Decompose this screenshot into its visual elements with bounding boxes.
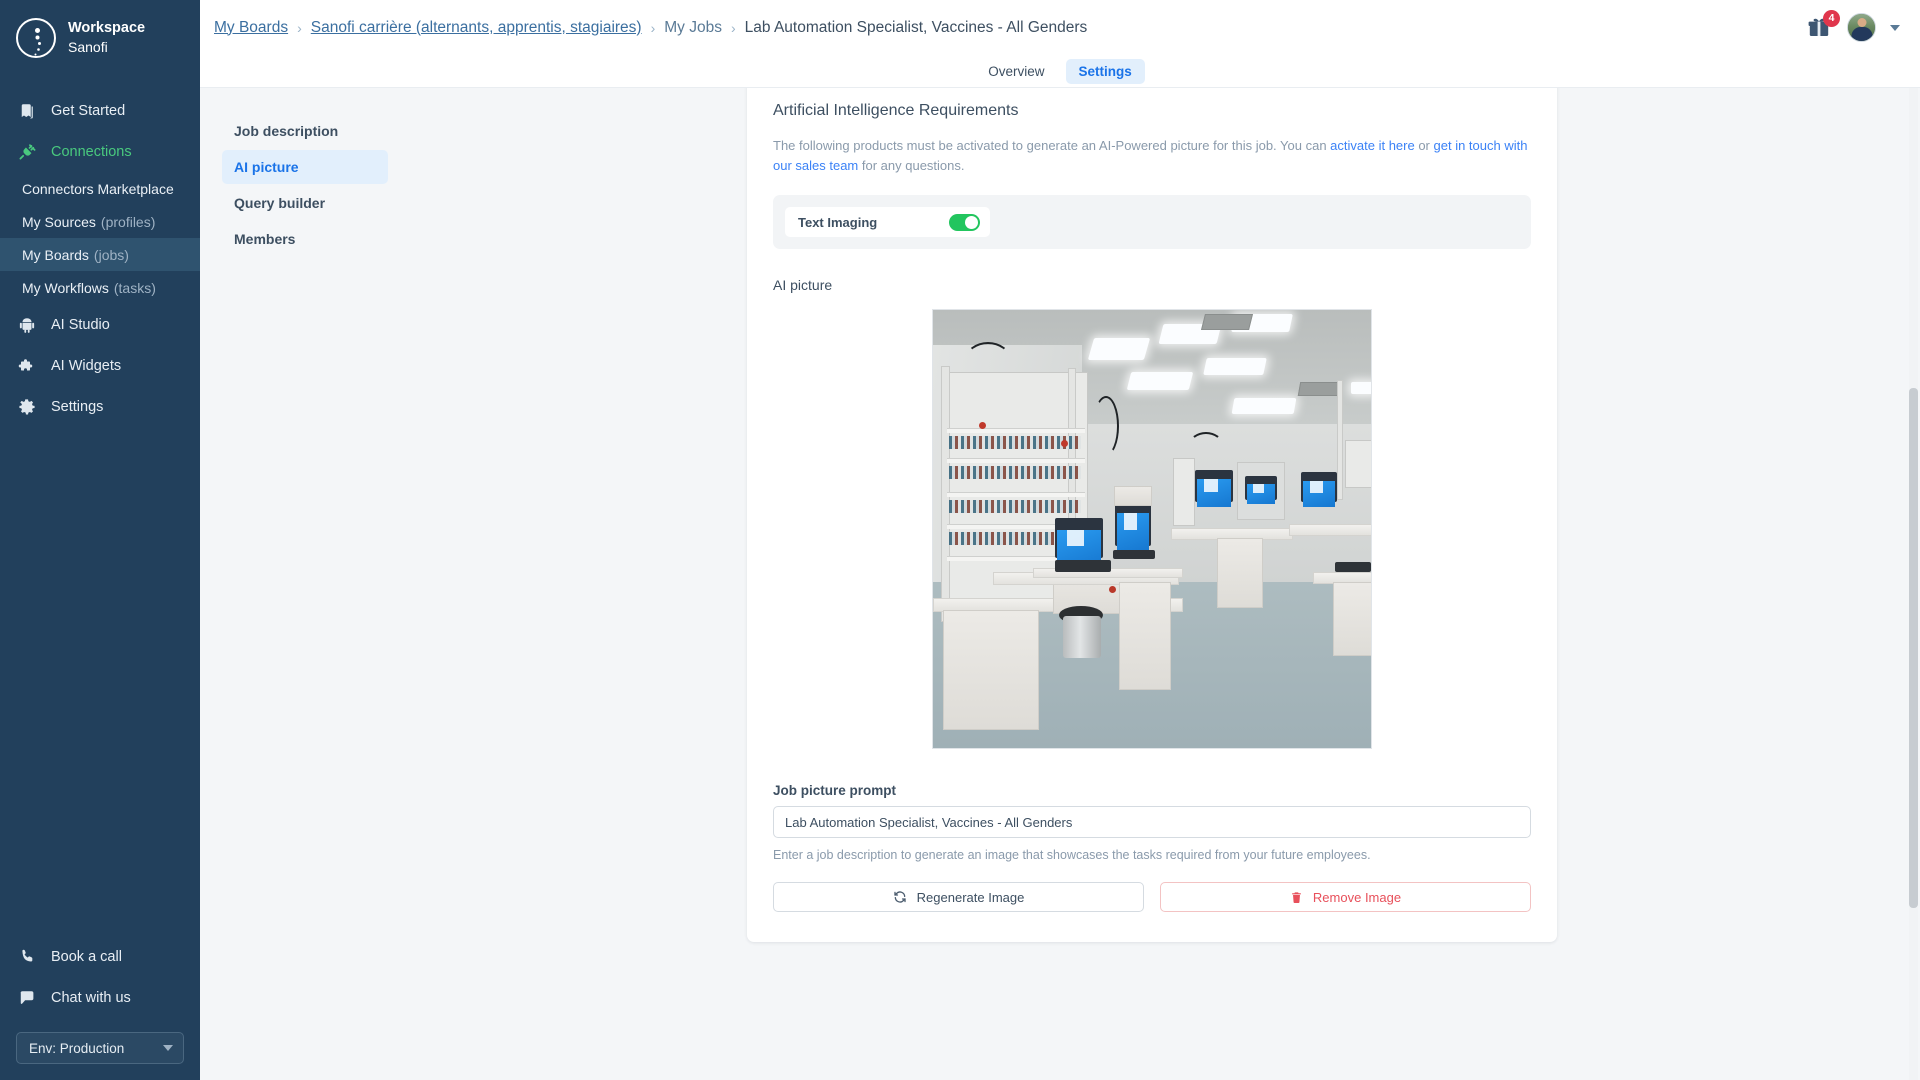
sidebar-subitem-suffix: (tasks) — [113, 279, 156, 296]
breadcrumb: My Boards › Sanofi carrière (alternants,… — [214, 19, 1087, 37]
text-imaging-toggle[interactable] — [949, 213, 980, 231]
content-area: Job description AI picture Query builder… — [200, 88, 1920, 1080]
workspace-text: Workspace Sanofi — [68, 19, 145, 57]
avatar-body — [1851, 27, 1872, 41]
breadcrumb-item-my-boards[interactable]: My Boards — [214, 19, 288, 37]
product-row-text-imaging: Text Imaging — [785, 207, 990, 237]
env-selector[interactable]: Env: Production — [16, 1032, 184, 1064]
chevron-down-icon — [163, 1045, 173, 1051]
prompt-label: Job picture prompt — [773, 783, 897, 798]
ai-picture-card: Artificial Intelligence Requirements The… — [747, 88, 1557, 942]
sidebar-subitem-my-workflows[interactable]: My Workflows (tasks) — [0, 271, 200, 304]
sidebar-item-ai-studio[interactable]: AI Studio — [0, 304, 200, 345]
sidebar-subitem-label: My Boards — [22, 246, 89, 263]
panel-heading: Artificial Intelligence Requirements — [773, 102, 1019, 119]
plug-icon — [16, 141, 38, 163]
activate-it-here-link[interactable]: activate it here — [1330, 138, 1415, 153]
intro-text-1: The following products must be activated… — [773, 138, 1331, 153]
sidebar-subitem-suffix: (profiles) — [100, 213, 156, 230]
sidebar-item-label: Connections — [51, 143, 132, 160]
settings-nav: Job description AI picture Query builder… — [200, 88, 400, 1080]
top-bar: My Boards › Sanofi carrière (alternants,… — [200, 0, 1920, 55]
trash-icon — [1292, 891, 1301, 903]
chevron-down-icon[interactable] — [1890, 24, 1900, 31]
sidebar-item-label: Book a call — [51, 948, 122, 965]
top-bar-actions: 4 — [1807, 9, 1900, 42]
settings-nav-item-job-description[interactable]: Job description — [222, 114, 388, 148]
regenerate-image-button[interactable]: Regenerate Image — [773, 882, 1144, 912]
breadcrumb-item-current-job: Lab Automation Specialist, Vaccines - Al… — [744, 18, 1088, 36]
sidebar-nav-bottom: Book a call Chat with us Env: Production — [0, 936, 200, 1080]
sidebar-subitem-connectors-marketplace[interactable]: Connectors Marketplace — [0, 172, 200, 205]
sidebar-item-label: AI Widgets — [51, 357, 122, 374]
sidebar: Workspace Sanofi Get Started Connections… — [0, 0, 200, 1080]
sidebar-item-chat-with-us[interactable]: Chat with us — [0, 977, 200, 1018]
main-area: My Boards › Sanofi carrière (alternants,… — [200, 0, 1920, 1080]
sidebar-subitem-label: My Workflows — [22, 279, 109, 296]
sidebar-item-get-started[interactable]: Get Started — [0, 90, 200, 131]
android-icon — [16, 314, 38, 336]
sidebar-subitem-label: Connectors Marketplace — [22, 180, 174, 197]
workspace-label: Workspace — [68, 19, 146, 36]
chat-icon — [16, 987, 38, 1009]
settings-nav-item-ai-picture[interactable]: AI picture — [222, 150, 388, 184]
sidebar-subitem-suffix: (jobs) — [93, 246, 129, 263]
sidebar-item-book-a-call[interactable]: Book a call — [0, 936, 200, 977]
breadcrumb-separator-icon: › — [297, 19, 302, 36]
breadcrumb-separator-icon: › — [650, 19, 656, 36]
ai-picture-container — [773, 309, 1531, 749]
breadcrumb-item-board[interactable]: Sanofi carrière (alternants, apprentis, … — [311, 19, 642, 37]
sidebar-subitem-my-sources[interactable]: My Sources (profiles) — [0, 205, 200, 238]
app-root: Workspace Sanofi Get Started Connections… — [0, 0, 1920, 1080]
sidebar-item-label: Chat with us — [51, 989, 131, 1006]
section-tabs: Overview Settings — [200, 55, 1920, 88]
remove-image-button[interactable]: Remove Image — [1160, 882, 1531, 912]
gear-icon — [16, 396, 38, 418]
workspace-name: Sanofi — [68, 39, 108, 56]
puzzle-icon — [16, 355, 38, 377]
breadcrumb-item-my-jobs[interactable]: My Jobs — [664, 19, 722, 37]
phone-icon — [16, 946, 38, 968]
regenerate-image-label: Regenerate Image — [916, 889, 1025, 905]
sidebar-item-connections[interactable]: Connections — [0, 131, 200, 172]
tab-settings[interactable]: Settings — [1065, 58, 1145, 84]
job-picture-prompt-input[interactable] — [773, 806, 1531, 838]
gift-button[interactable]: 4 — [1807, 9, 1840, 41]
remove-image-label: Remove Image — [1312, 889, 1402, 905]
sidebar-item-label: Get Started — [51, 102, 126, 119]
scrollbar-thumb[interactable] — [1909, 388, 1918, 908]
prompt-hint: Enter a job description to generate an i… — [773, 848, 1371, 862]
gift-badge-count: 4 — [1823, 9, 1840, 27]
refresh-icon — [893, 891, 906, 903]
env-selector-value: Env: Production — [29, 1040, 125, 1056]
intro-text-2: or — [1414, 138, 1434, 153]
workspace-block[interactable]: Workspace Sanofi — [0, 0, 200, 74]
picture-actions: Regenerate Image Remove Image — [773, 882, 1531, 912]
intro-text-3: for any questions. — [858, 157, 965, 173]
panel-intro: The following products must be activated… — [773, 136, 1531, 175]
book-icon — [16, 100, 38, 122]
workspace-logo-icon — [16, 18, 56, 58]
sidebar-item-settings[interactable]: Settings — [0, 386, 200, 427]
avatar-head — [1857, 18, 1866, 27]
avatar[interactable] — [1847, 13, 1876, 42]
product-label: Text Imaging — [798, 214, 878, 230]
products-container: Text Imaging — [773, 195, 1531, 249]
sidebar-subitem-label: My Sources — [22, 213, 96, 230]
settings-panel-scroll: Artificial Intelligence Requirements The… — [400, 88, 1920, 1080]
sidebar-subitem-my-boards[interactable]: My Boards (jobs) — [0, 238, 200, 271]
ai-picture-section-title: AI picture — [773, 277, 833, 293]
toggle-knob — [965, 215, 978, 229]
sidebar-nav-top: Get Started Connections Connectors Marke… — [0, 90, 200, 427]
tab-overview[interactable]: Overview — [975, 59, 1057, 84]
breadcrumb-separator-icon: › — [730, 19, 736, 36]
sidebar-item-label: AI Studio — [51, 316, 110, 333]
settings-nav-item-query-builder[interactable]: Query builder — [222, 186, 388, 220]
ai-generated-picture — [932, 309, 1372, 749]
settings-nav-item-members[interactable]: Members — [222, 222, 388, 256]
sidebar-item-ai-widgets[interactable]: AI Widgets — [0, 345, 200, 386]
sidebar-item-label: Settings — [51, 398, 104, 415]
